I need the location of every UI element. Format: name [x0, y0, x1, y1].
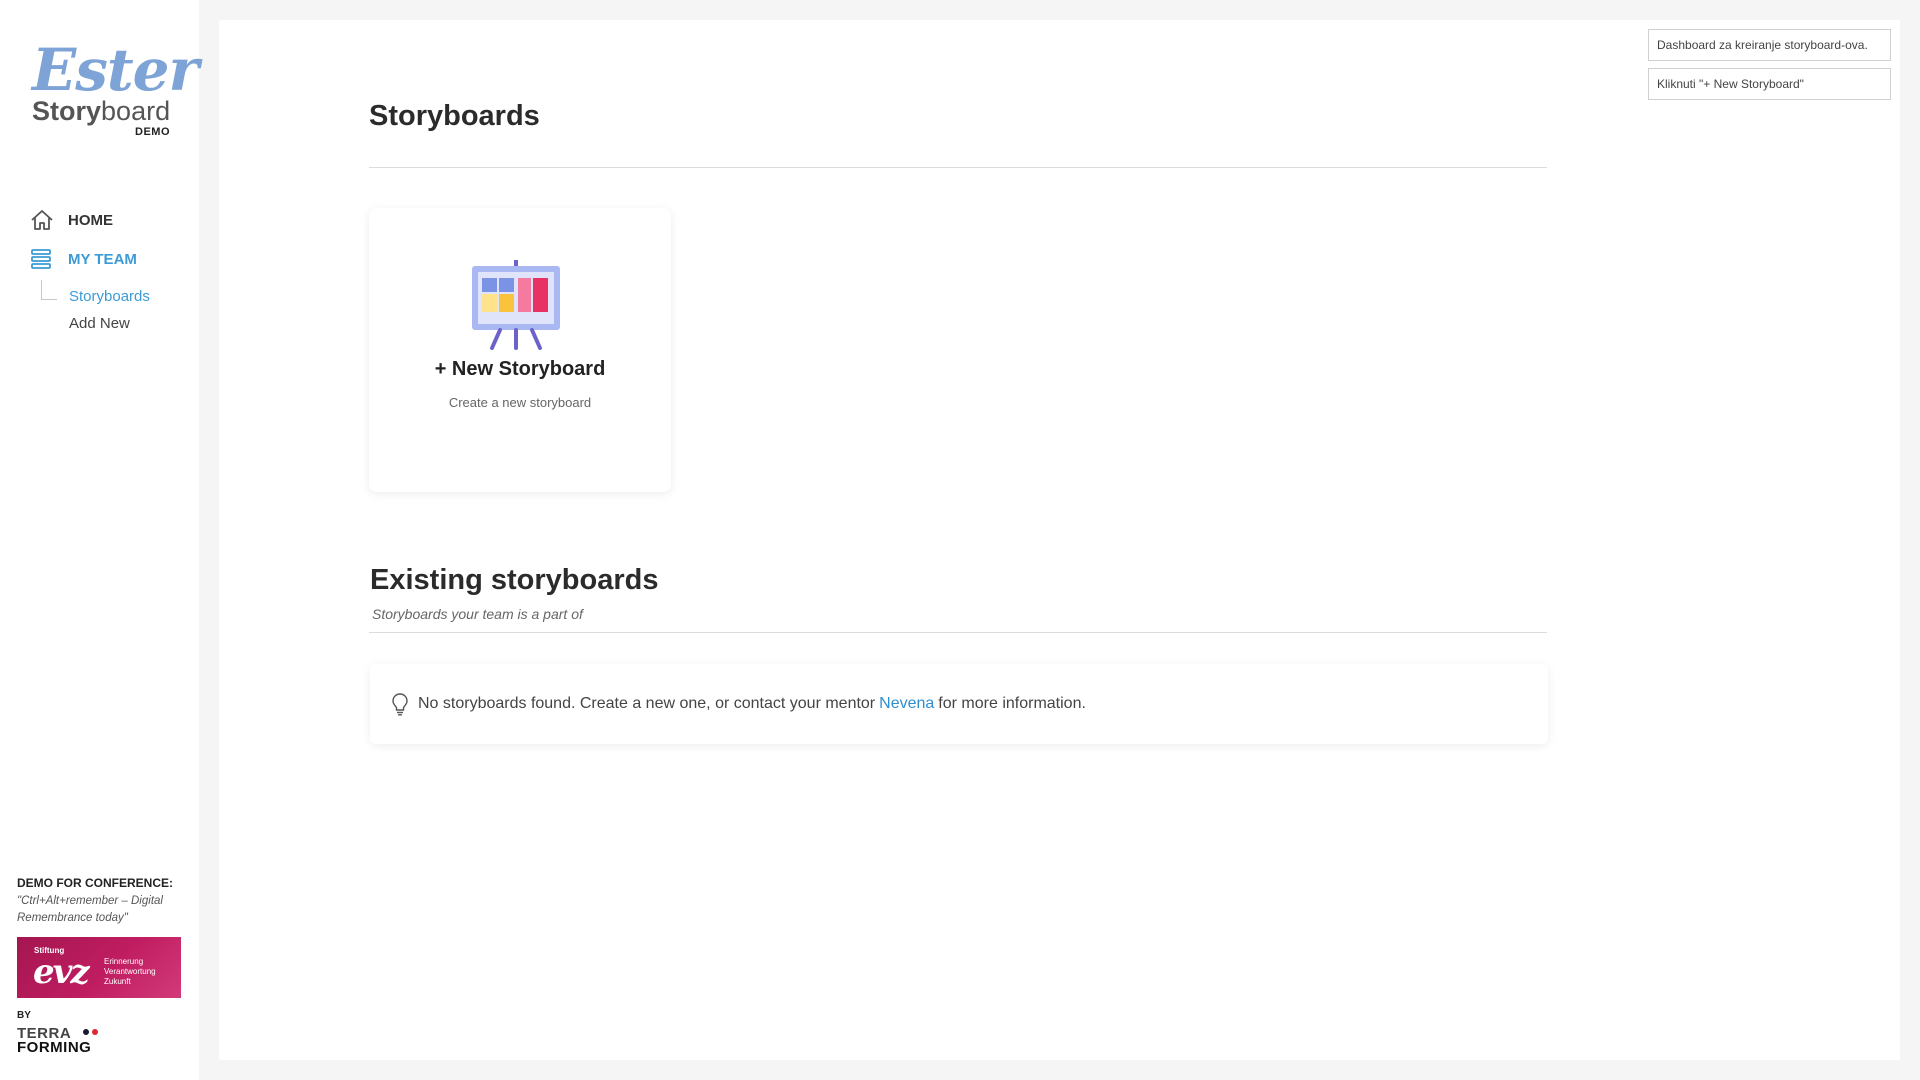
- new-storyboard-subtitle: Create a new storyboard: [448, 395, 592, 410]
- presentation-board-icon: [472, 260, 560, 350]
- conference-quote: "Ctrl+Alt+remember – Digital Remembrance…: [17, 895, 163, 924]
- evz-logo-mark: evz: [33, 952, 90, 992]
- subnav-item-add-new[interactable]: Add New: [69, 313, 190, 335]
- subnav-item-storyboards[interactable]: Storyboards: [69, 286, 190, 308]
- logo-script: Ester: [32, 36, 199, 104]
- nav-item-my-team[interactable]: MY TEAM: [30, 247, 190, 271]
- terraforming-logo[interactable]: TERRA FORMING: [17, 1026, 107, 1057]
- team-subnav: Storyboards Add New: [41, 280, 190, 335]
- nav-label-my-team: MY TEAM: [68, 250, 137, 268]
- existing-storyboards-subtitle: Storyboards your team is a part of: [372, 606, 583, 622]
- new-storyboard-card[interactable]: + New Storyboard Create a new storyboard: [369, 208, 671, 492]
- main-panel: Storyboards + New Storyboard Create a ne…: [219, 20, 1900, 1060]
- terraforming-dots: [83, 1029, 98, 1035]
- conference-title: DEMO FOR CONFERENCE:: [17, 876, 173, 890]
- ester-storyboard-logo[interactable]: Ester Storyboard DEMO: [30, 38, 199, 148]
- home-icon: [30, 208, 56, 232]
- new-storyboard-title: + New Storyboard: [434, 358, 606, 380]
- empty-state-notice: No storyboards found. Create a new one, …: [370, 664, 1548, 744]
- tooltip-click-hint: Kliknuti "+ New Storyboard": [1648, 68, 1891, 100]
- lightbulb-icon: [392, 693, 408, 716]
- existing-storyboards-title: Existing storyboards: [370, 564, 659, 596]
- nav-item-home[interactable]: HOME: [30, 208, 190, 232]
- section-divider: [369, 632, 1547, 633]
- stack-icon: [30, 247, 56, 271]
- title-divider: [369, 167, 1547, 168]
- tree-branch-line: [41, 280, 57, 300]
- evz-foundation-logo[interactable]: Stiftung evz Erinnerung Verantwortung Zu…: [17, 937, 181, 998]
- logo-demo-badge: DEMO: [135, 126, 170, 138]
- evz-logo-tagline: Erinnerung Verantwortung Zukunft: [104, 957, 156, 986]
- tooltip-dashboard-hint: Dashboard za kreiranje storyboard-ova.: [1648, 29, 1891, 61]
- sidebar: Ester Storyboard DEMO HOME MY TEAM Story…: [0, 0, 199, 1080]
- sidebar-nav: HOME MY TEAM Storyboards Add New: [30, 208, 190, 340]
- page-title: Storyboards: [369, 100, 540, 132]
- notice-text: No storyboards found. Create a new one, …: [418, 695, 876, 712]
- logo-wordmark: Storyboard: [32, 96, 171, 126]
- conference-credits: DEMO FOR CONFERENCE: "Ctrl+Alt+remember …: [17, 876, 187, 1057]
- nav-label-home: HOME: [68, 211, 113, 229]
- notice-text-end: for more information.: [938, 695, 1086, 712]
- by-label: BY: [17, 1010, 31, 1021]
- mentor-link[interactable]: Nevena: [879, 695, 934, 713]
